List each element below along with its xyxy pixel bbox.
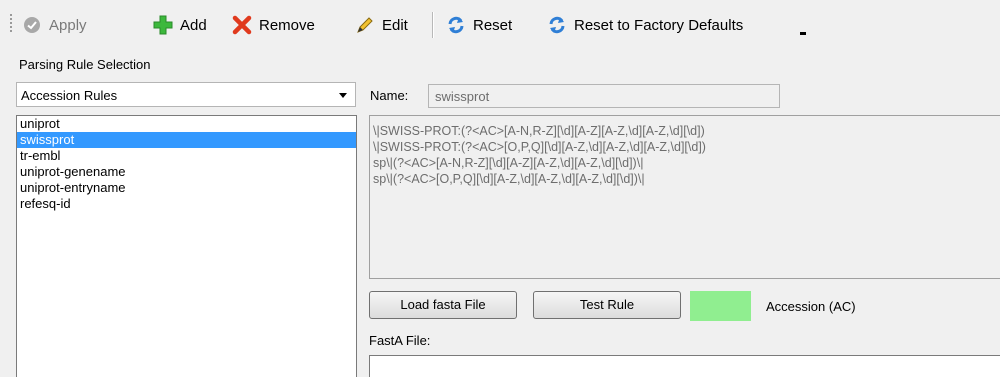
remove-x-icon [232, 15, 252, 35]
check-icon [22, 15, 42, 35]
legend-label: Accession (AC) [766, 299, 856, 314]
apply-label: Apply [49, 16, 87, 34]
list-item[interactable]: tr-embl [17, 148, 356, 164]
toolbar-separator [432, 12, 434, 38]
reset-factory-button[interactable]: Reset to Factory Defaults [547, 12, 743, 38]
rule-line: sp\|(?<AC>[A-N,R-Z][\d][A-Z][A-Z,\d][A-Z… [373, 156, 644, 170]
rule-patterns-textbox[interactable]: \|SWISS-PROT:(?<AC>[A-N,R-Z][\d][A-Z][A-… [369, 115, 1000, 279]
test-rule-button[interactable]: Test Rule [533, 291, 681, 319]
list-item[interactable]: uniprot-genename [17, 164, 356, 180]
rule-line: sp\|(?<AC>[O,P,Q][\d][A-Z,\d][A-Z,\d][A-… [373, 172, 645, 186]
add-button[interactable]: Add [153, 12, 207, 38]
fasta-content-box[interactable] [369, 355, 1000, 377]
load-fasta-button[interactable]: Load fasta File [369, 291, 517, 319]
list-item[interactable]: refesq-id [17, 196, 356, 212]
edit-button[interactable]: Edit [355, 12, 408, 38]
list-item[interactable]: uniprot-entryname [17, 180, 356, 196]
section-label: Parsing Rule Selection [19, 57, 151, 72]
dropdown-value: Accession Rules [21, 88, 118, 103]
plus-icon [153, 15, 173, 35]
reset-label: Reset [473, 16, 513, 34]
refresh-icon [547, 15, 567, 35]
add-label: Add [180, 16, 207, 34]
remove-button[interactable]: Remove [232, 12, 315, 38]
rule-line: \|SWISS-PROT:(?<AC>[O,P,Q][\d][A-Z,\d][A… [373, 140, 706, 154]
chevron-down-icon[interactable] [339, 93, 347, 98]
accession-color-swatch [690, 291, 751, 321]
toolbar-grip[interactable] [10, 14, 12, 34]
pencil-icon [355, 15, 375, 35]
list-item[interactable]: swissprot [17, 132, 356, 148]
rule-list[interactable]: uniprot swissprot tr-embl uniprot-genename u… [16, 115, 357, 377]
apply-button[interactable]: Apply [22, 12, 87, 38]
name-label: Name: [370, 88, 409, 103]
fasta-label: FastA File: [369, 333, 431, 348]
toolbar-overflow-chevron[interactable] [800, 32, 806, 35]
name-field[interactable]: swissprot [428, 84, 780, 108]
reset-factory-label: Reset to Factory Defaults [574, 16, 744, 34]
edit-label: Edit [382, 16, 408, 34]
list-item[interactable]: uniprot [17, 116, 356, 132]
reset-button[interactable]: Reset [446, 12, 512, 38]
remove-label: Remove [259, 16, 315, 34]
rule-set-dropdown[interactable]: Accession Rules [16, 82, 356, 107]
rule-line: \|SWISS-PROT:(?<AC>[A-N,R-Z][\d][A-Z][A-… [373, 124, 705, 138]
toolbar: Apply Add Remove Edit Reset Reset to Fac… [0, 0, 1000, 56]
refresh-icon [446, 15, 466, 35]
